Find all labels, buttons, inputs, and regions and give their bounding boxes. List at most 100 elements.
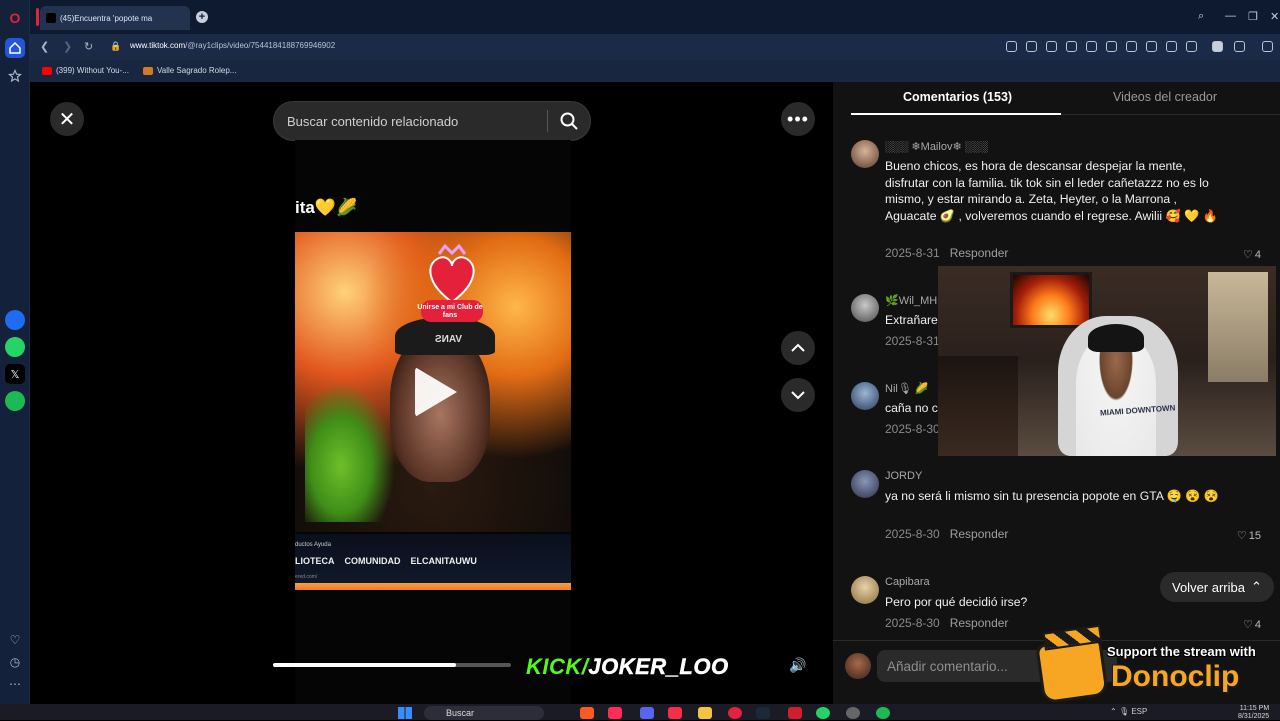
x-twitter-icon[interactable]: 𝕏 xyxy=(5,364,25,384)
video-player[interactable]: ita💛🌽 VANS Unirse a mi Club de fans duct… xyxy=(295,140,571,704)
comment-username[interactable]: ░░░ ❄Mailov❄ ░░░ xyxy=(885,140,988,153)
donoclip-overlay: Support the stream with Donoclip xyxy=(1035,630,1280,705)
camera-icon[interactable] xyxy=(1046,41,1057,52)
kick-overlay: KICK/JOKER_LOO xyxy=(526,654,729,680)
back-icon[interactable]: ❮ xyxy=(40,40,49,53)
play-icon[interactable] xyxy=(415,367,457,417)
like-button[interactable]: ♡ 15 xyxy=(1237,529,1261,542)
opera-logo-icon[interactable]: O xyxy=(5,8,25,28)
chevron-down-icon xyxy=(791,391,805,400)
tab-creator-videos[interactable]: Videos del creador xyxy=(1113,90,1217,104)
comment-username[interactable]: Nil🎙 🌽 xyxy=(885,382,929,395)
minimize-button[interactable]: — xyxy=(1225,10,1236,22)
tab-comments[interactable]: Comentarios (153) xyxy=(903,90,1012,104)
edit-icon[interactable] xyxy=(1026,41,1037,52)
avatar[interactable] xyxy=(851,294,879,322)
history-icon[interactable]: ◷ xyxy=(5,652,25,672)
more-icon[interactable]: ⋯ xyxy=(5,674,25,694)
reply-button[interactable]: Responder xyxy=(950,527,1009,541)
system-tray[interactable]: ⌃ 🎙 ESP xyxy=(1110,707,1147,716)
related-search-input[interactable] xyxy=(287,102,542,140)
messenger-icon[interactable] xyxy=(5,310,25,330)
scroll-to-top-button[interactable]: Volver arriba ⌃ xyxy=(1160,572,1274,602)
avatar[interactable] xyxy=(851,576,879,604)
reload-icon[interactable]: ↻ xyxy=(84,40,93,53)
adobe-icon[interactable] xyxy=(788,707,802,719)
shield-icon[interactable] xyxy=(1066,41,1077,52)
home-icon[interactable] xyxy=(5,38,25,58)
cap-text: VANS xyxy=(435,334,463,345)
double-chevron-up-icon: ⌃ xyxy=(1250,579,1262,594)
video-frame: VANS Unirse a mi Club de fans xyxy=(295,232,571,532)
volume-icon[interactable]: 🔊 xyxy=(789,657,806,674)
comment-username[interactable]: JORDY xyxy=(885,470,922,482)
bookmark-valle[interactable]: Valle Sagrado Rolep... xyxy=(143,66,236,75)
search-icon[interactable] xyxy=(559,111,579,131)
heart-icon: ♡ xyxy=(1243,249,1253,261)
taskbar-search-label: Buscar xyxy=(446,708,475,718)
taskbar-clock[interactable]: 11:15 PM 8/31/2025 xyxy=(1238,705,1269,721)
restore-button[interactable]: ❐ xyxy=(1248,10,1258,23)
spotify-app-icon[interactable] xyxy=(876,707,890,719)
donoclip-brand: Donoclip xyxy=(1111,660,1240,693)
bookmark-label: (399) Without You-... xyxy=(56,66,129,75)
comment-username[interactable]: 🌿Wil_MH xyxy=(885,294,937,307)
whatsapp-app-icon[interactable] xyxy=(816,707,830,719)
heart-icon[interactable]: ♡ xyxy=(5,630,25,650)
steam-icon[interactable] xyxy=(756,707,770,719)
reply-button[interactable]: Responder xyxy=(950,246,1009,260)
tiktok-icon xyxy=(46,13,56,23)
reply-button[interactable]: Responder xyxy=(950,616,1009,630)
comment-text: Bueno chicos, es hora de descansar despe… xyxy=(885,159,1218,223)
bookmark-youtube[interactable]: (399) Without You-... xyxy=(42,66,129,75)
zoom-icon[interactable] xyxy=(1006,41,1017,52)
tiktok-app-icon[interactable] xyxy=(608,707,622,719)
caption-text: ita💛🌽 xyxy=(295,198,358,217)
search-tabs-icon[interactable]: ⌕ xyxy=(1198,10,1204,23)
folder-icon[interactable] xyxy=(698,707,712,719)
url-path: /@ray1clips/video/7544184188769946902 xyxy=(185,41,336,50)
browser-tab[interactable]: (45)Encuentra 'popote ma xyxy=(40,6,190,30)
extensions-icon[interactable] xyxy=(1212,41,1223,52)
previous-video-button[interactable] xyxy=(781,331,815,365)
tab-indicator xyxy=(36,8,39,26)
avatar[interactable] xyxy=(851,140,879,168)
close-window-button[interactable]: ✕ xyxy=(1270,10,1279,23)
windows-start-icon[interactable] xyxy=(398,707,412,719)
music-icon[interactable] xyxy=(668,707,682,719)
more-options-button[interactable]: ••• xyxy=(781,102,815,136)
heart-icon[interactable] xyxy=(1126,41,1137,52)
comment-username[interactable]: Capibara xyxy=(885,576,930,588)
whatsapp-icon[interactable] xyxy=(5,337,25,357)
brave-icon[interactable] xyxy=(580,707,594,719)
ai-icon[interactable] xyxy=(1262,41,1273,52)
like-count: 15 xyxy=(1248,530,1261,542)
fanclub-label[interactable]: Unirse a mi Club de fans xyxy=(415,304,485,320)
donoclip-support-text: Support the stream with xyxy=(1107,644,1256,659)
next-video-button[interactable] xyxy=(781,378,815,412)
profile-icon[interactable] xyxy=(1186,41,1197,52)
star-icon[interactable] xyxy=(5,66,25,86)
menu-icon[interactable] xyxy=(1166,41,1177,52)
like-count: 4 xyxy=(1254,249,1261,261)
video-progress-bar[interactable] xyxy=(273,663,511,667)
vpn-icon[interactable] xyxy=(1086,41,1097,52)
active-tab-underline xyxy=(851,113,1061,115)
forward-icon[interactable]: ❯ xyxy=(63,40,72,53)
discord-icon[interactable] xyxy=(640,707,654,719)
spotify-icon[interactable] xyxy=(5,391,25,411)
download-icon[interactable] xyxy=(1146,41,1157,52)
mic-icon: 🎙 xyxy=(1118,707,1130,716)
play-icon[interactable] xyxy=(1106,41,1117,52)
avatar[interactable] xyxy=(851,470,879,498)
close-button[interactable]: ✕ xyxy=(50,102,84,136)
cube-icon[interactable] xyxy=(1234,41,1245,52)
taskbar-search[interactable]: Buscar xyxy=(424,706,544,720)
new-tab-button[interactable]: + xyxy=(196,11,208,23)
avatar[interactable] xyxy=(851,382,879,410)
obs-icon[interactable] xyxy=(846,707,860,719)
opera-app-icon[interactable] xyxy=(728,707,742,719)
url-field[interactable]: www.tiktok.com/@ray1clips/video/75441841… xyxy=(130,41,335,50)
like-button[interactable]: ♡ 4 xyxy=(1243,248,1261,261)
tray-language: ESP xyxy=(1131,707,1148,716)
